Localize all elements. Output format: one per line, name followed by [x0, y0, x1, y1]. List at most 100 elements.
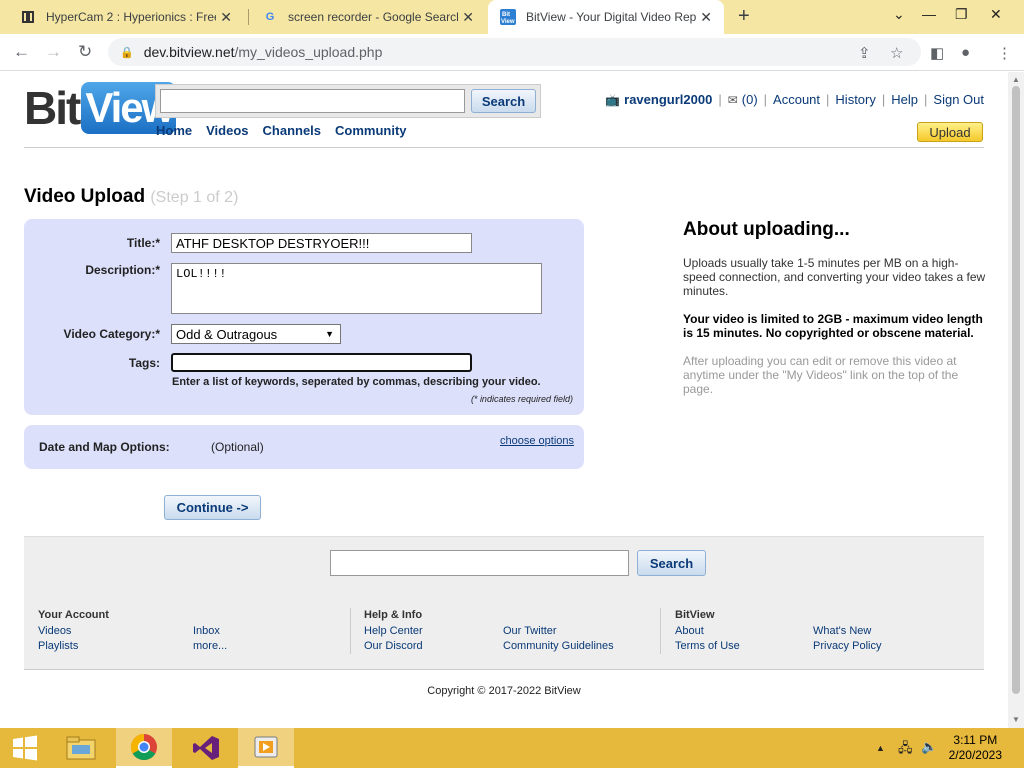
reload-icon[interactable]: ↻ [78, 42, 92, 62]
chevron-down-icon[interactable]: ⌄ [893, 6, 905, 23]
menu-icon[interactable]: ⋮ [997, 44, 1012, 62]
logo-bit-text: Bit [24, 82, 81, 134]
close-tab-icon[interactable]: ✕ [700, 9, 712, 26]
web-page: Bit View Search Home Videos Channels Comm… [0, 72, 1008, 728]
required-field-note: (* indicates required field) [470, 394, 573, 404]
footer-link-guidelines[interactable]: Community Guidelines [503, 639, 614, 654]
footer-heading: Help & Info [364, 609, 423, 621]
about-paragraph-editing: After uploading you can edit or remove t… [683, 354, 959, 396]
footer-link-inbox[interactable]: Inbox [193, 624, 227, 639]
tags-label: Tags: [128, 356, 160, 370]
footer-link-playlists[interactable]: Playlists [38, 639, 109, 654]
windows-logo-icon [13, 735, 37, 761]
back-icon[interactable]: ← [13, 42, 30, 62]
volume-icon[interactable]: 🔈 [921, 739, 937, 755]
google-icon: G [265, 11, 275, 23]
profile-icon[interactable]: ● [961, 44, 970, 61]
footer-link-discord[interactable]: Our Discord [364, 639, 423, 654]
description-input[interactable]: LOL!!!! [171, 263, 542, 314]
nav-channels[interactable]: Channels [263, 123, 322, 138]
footer-link-privacy[interactable]: Privacy Policy [813, 639, 881, 654]
footer-link-videos[interactable]: Videos [38, 624, 109, 639]
footer-link-twitter[interactable]: Our Twitter [503, 624, 614, 639]
footer-bitview-col2: What's New Privacy Policy [813, 624, 881, 654]
footer-search-input[interactable] [330, 550, 629, 576]
scroll-down-icon[interactable]: ▼ [1012, 715, 1020, 724]
tab-title: BitView - Your Digital Video Repo [526, 10, 696, 24]
main-nav: Home Videos Channels Community [156, 123, 407, 138]
title-input[interactable] [171, 233, 472, 253]
tab-divider [248, 9, 249, 25]
share-icon[interactable]: ⇪ [858, 44, 871, 62]
nav-home[interactable]: Home [156, 123, 192, 138]
close-window-icon[interactable]: ✕ [990, 6, 1002, 23]
page-title: Video Upload (Step 1 of 2) [24, 186, 238, 208]
inbox-count-link[interactable]: (0) [742, 92, 758, 107]
scroll-up-icon[interactable]: ▲ [1012, 75, 1020, 84]
upload-button[interactable]: Upload [917, 122, 983, 142]
file-explorer-icon[interactable] [58, 728, 104, 768]
choose-options-link[interactable]: choose options [500, 435, 574, 447]
tab-hypercam[interactable]: HyperCam 2 : Hyperionics : Free ✕ [8, 0, 244, 34]
help-link[interactable]: Help [891, 92, 918, 107]
tv-icon: 📺 [605, 92, 621, 107]
close-tab-icon[interactable]: ✕ [462, 9, 474, 26]
title-label: Title:* [126, 236, 160, 250]
footer-search-button[interactable]: Search [637, 550, 706, 576]
chrome-icon[interactable] [116, 728, 172, 768]
upload-form: Title:* Description:* LOL!!!! Video Cate… [24, 219, 584, 415]
minimize-icon[interactable]: — [922, 6, 936, 22]
start-button[interactable] [0, 728, 50, 768]
sign-out-link[interactable]: Sign Out [933, 92, 984, 107]
about-title: About uploading... [683, 219, 850, 240]
lock-icon: 🔒 [120, 46, 134, 59]
date-map-label: Date and Map Options: [39, 440, 170, 454]
tab-google-search[interactable]: G screen recorder - Google Search ✕ [250, 0, 486, 34]
address-bar[interactable]: 🔒 dev.bitview.net/my_videos_upload.php [108, 38, 921, 66]
new-tab-icon[interactable]: + [738, 5, 750, 28]
category-select[interactable]: Odd & Outragous ▼ [171, 324, 341, 344]
account-link[interactable]: Account [773, 92, 820, 107]
header-search-button[interactable]: Search [471, 89, 536, 113]
nav-videos[interactable]: Videos [206, 123, 248, 138]
footer-bitview: BitView About Terms of Use [675, 609, 740, 654]
close-tab-icon[interactable]: ✕ [220, 9, 232, 26]
divider: | [826, 92, 830, 107]
side-panel-icon[interactable]: ◧ [930, 44, 944, 62]
step-indicator: (Step 1 of 2) [150, 189, 239, 206]
footer-divider-line [24, 669, 984, 670]
mail-icon: ✉ [727, 92, 738, 107]
bitview-icon: Bit View [500, 9, 516, 25]
visual-studio-icon[interactable] [178, 728, 234, 768]
footer-link-about[interactable]: About [675, 624, 740, 639]
svg-text:View: View [501, 19, 515, 25]
forward-icon[interactable]: → [45, 42, 62, 62]
show-hidden-icons-chevron-icon[interactable]: ▲ [876, 743, 885, 753]
footer-link-more[interactable]: more... [193, 639, 227, 654]
tab-title: screen recorder - Google Search [288, 10, 458, 24]
header-search-input[interactable] [160, 89, 465, 113]
optional-label: (Optional) [211, 440, 264, 454]
footer-link-whats-new[interactable]: What's New [813, 624, 881, 639]
tab-title: HyperCam 2 : Hyperionics : Free [46, 10, 216, 24]
page-scrollbar[interactable]: ▲ ▼ [1008, 72, 1024, 728]
network-icon[interactable]: 🖧 [898, 739, 913, 761]
tags-input[interactable] [171, 353, 472, 372]
hypercam-icon[interactable] [238, 728, 294, 768]
footer-link-help-center[interactable]: Help Center [364, 624, 423, 639]
system-clock[interactable]: 3:11 PM 2/20/2023 [949, 733, 1002, 763]
nav-community[interactable]: Community [335, 123, 407, 138]
category-label: Video Category:* [63, 327, 160, 341]
bitview-logo[interactable]: Bit View [24, 81, 177, 135]
header-search: Search [155, 84, 541, 118]
continue-button[interactable]: Continue -> [164, 495, 261, 520]
restore-icon[interactable]: ❐ [955, 6, 968, 23]
username-link[interactable]: ravengurl2000 [624, 92, 712, 107]
history-link[interactable]: History [835, 92, 875, 107]
scrollbar-thumb[interactable] [1012, 86, 1020, 694]
tags-hint: Enter a list of keywords, seperated by c… [172, 376, 541, 388]
bookmark-star-icon[interactable]: ☆ [890, 44, 903, 62]
browser-toolbar: ← → ↻ 🔒 dev.bitview.net/my_videos_upload… [0, 34, 1024, 71]
tab-bitview[interactable]: Bit View BitView - Your Digital Video Rep… [488, 0, 724, 34]
footer-link-terms[interactable]: Terms of Use [675, 639, 740, 654]
